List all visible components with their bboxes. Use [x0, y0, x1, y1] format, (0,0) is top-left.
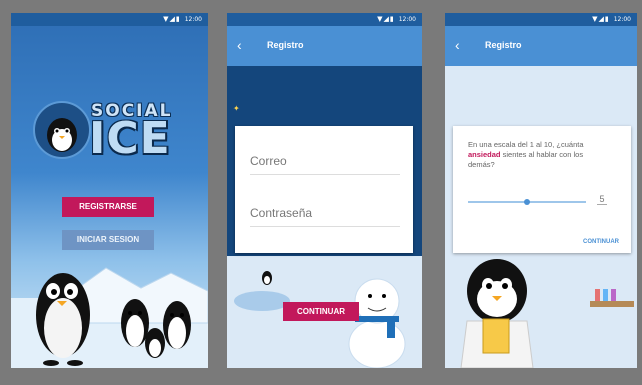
status-bar: ▼◢▮ 12:00	[445, 13, 637, 26]
penguins-illustration	[36, 267, 208, 366]
screen-register-credentials: ▼◢▮ 12:00 ‹ Registro ✦ Correo Contraseña …	[227, 13, 422, 368]
credentials-card: Correo Contraseña	[235, 126, 413, 253]
app-bar: ‹ Registro	[227, 26, 422, 66]
status-time: 12:00	[184, 16, 202, 23]
login-button[interactable]: INICIAR SESION	[62, 230, 154, 250]
screen-welcome: ▼◢▮ 12:00 SOCIAL ICE REGISTRARSE INICIAR …	[11, 13, 208, 368]
logo-penguin-circle	[33, 101, 91, 159]
penguin-doctor-illustration	[460, 259, 634, 368]
signal-battery-icons: ▼◢▮	[592, 15, 610, 23]
app-bar-title: Registro	[267, 40, 304, 50]
slider-value: 5	[597, 194, 607, 205]
signal-battery-icons: ▼◢▮	[163, 15, 181, 23]
email-field[interactable]: Correo	[250, 154, 400, 175]
screen-register-question: ▼◢▮ 12:00 ‹ Registro En una escala del 1 …	[445, 13, 637, 368]
anxiety-slider[interactable]	[468, 199, 586, 205]
password-field[interactable]: Contraseña	[250, 206, 400, 227]
slider-thumb[interactable]	[524, 199, 530, 205]
star-icon: ✦	[233, 104, 240, 113]
continue-button[interactable]: CONTINUAR	[283, 302, 359, 321]
question-highlight: ansiedad	[468, 150, 501, 159]
back-arrow-icon[interactable]: ‹	[455, 38, 460, 52]
app-logo: SOCIAL ICE	[33, 97, 193, 177]
question-text: En una escala del 1 al 10, ¿cuánta ansie…	[468, 140, 608, 170]
app-bar-title: Registro	[485, 40, 522, 50]
status-bar: ▼◢▮ 12:00	[227, 13, 422, 26]
question-card: En una escala del 1 al 10, ¿cuánta ansie…	[453, 126, 631, 253]
logo-text-ice: ICE	[89, 113, 171, 164]
question-part-1: En una escala del 1 al 10, ¿cuánta	[468, 140, 584, 149]
penguin-icon	[47, 118, 77, 152]
signal-battery-icons: ▼◢▮	[377, 15, 395, 23]
register-button[interactable]: REGISTRARSE	[62, 197, 154, 217]
status-bar: ▼◢▮ 12:00	[11, 13, 208, 26]
app-bar: ‹ Registro	[445, 26, 637, 66]
back-arrow-icon[interactable]: ‹	[237, 38, 242, 52]
status-time: 12:00	[613, 16, 631, 23]
big-penguin	[36, 273, 90, 366]
status-time: 12:00	[398, 16, 416, 23]
